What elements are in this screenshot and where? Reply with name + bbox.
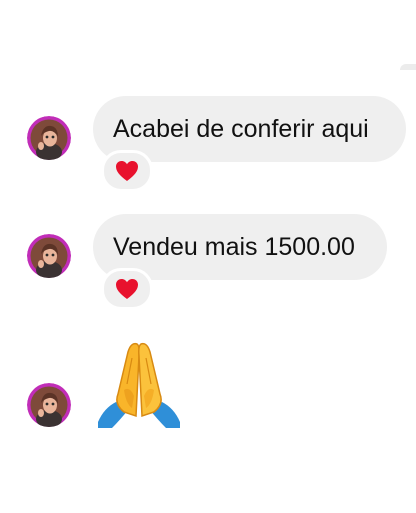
red-heart-icon: [116, 161, 138, 181]
reaction-badge[interactable]: [101, 150, 153, 192]
folded-hands-icon: [98, 342, 180, 428]
reaction-badge[interactable]: [101, 268, 153, 310]
avatar[interactable]: [27, 383, 71, 427]
avatar[interactable]: [27, 234, 71, 278]
message-text: Acabei de conferir aqui: [113, 114, 369, 143]
avatar-photo: [27, 116, 71, 160]
avatar-photo: [27, 383, 71, 427]
avatar[interactable]: [27, 116, 71, 160]
emoji-message[interactable]: [94, 338, 184, 430]
avatar-photo: [27, 234, 71, 278]
red-heart-icon: [116, 279, 138, 299]
message-text: Vendeu mais 1500.00: [113, 232, 355, 261]
header-edge: [400, 64, 416, 70]
